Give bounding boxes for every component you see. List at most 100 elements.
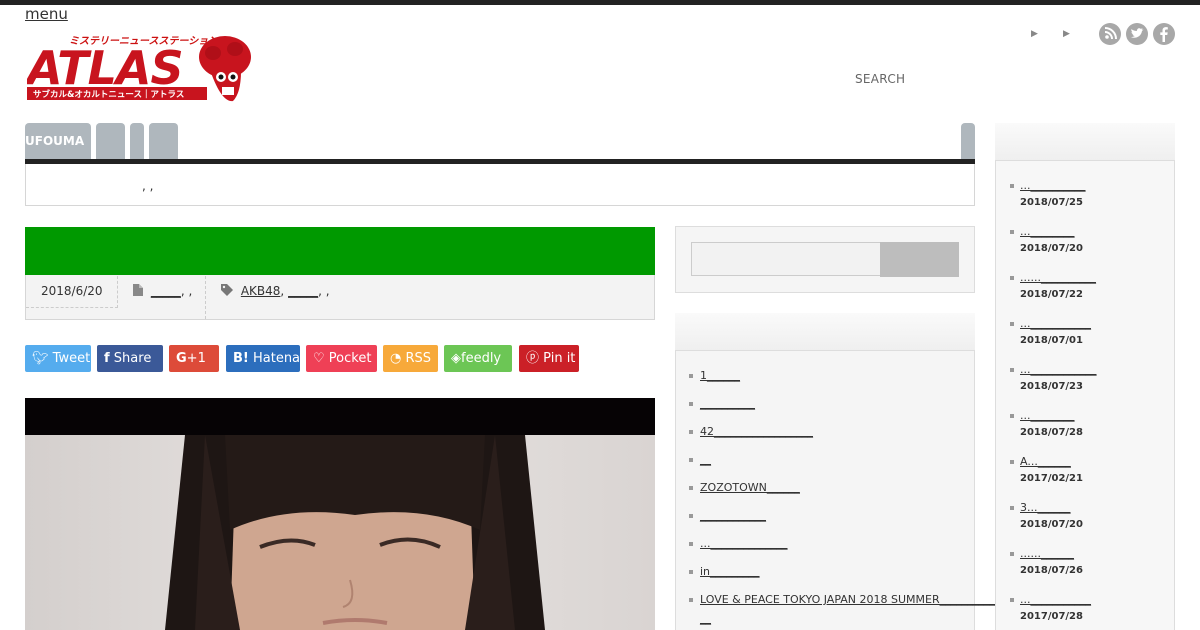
list-item[interactable]: ...______________ bbox=[700, 537, 788, 550]
share-label: +1 bbox=[186, 351, 206, 366]
arrow-right-icon[interactable]: ▶ bbox=[1063, 29, 1070, 39]
list-bullet bbox=[689, 570, 693, 574]
list-bullet bbox=[1010, 552, 1014, 556]
list-bullet bbox=[689, 458, 693, 462]
share-label: Pin it bbox=[543, 351, 576, 366]
nav-tab[interactable] bbox=[961, 123, 975, 160]
category-suffix: , , bbox=[180, 284, 193, 298]
share-label: Share bbox=[113, 351, 152, 366]
arrow-right-icon[interactable]: ▶ bbox=[1031, 29, 1038, 39]
search-input[interactable] bbox=[691, 242, 881, 276]
ranking-item-title[interactable]: ...___________ bbox=[1020, 593, 1091, 606]
share-label: Tweet bbox=[52, 351, 91, 366]
ranking-item-title[interactable]: ...____________ bbox=[1020, 363, 1097, 376]
list-item-continuation[interactable]: __ bbox=[700, 612, 711, 625]
logo-bottom-text: サブカル&オカルトニュース｜アトラス bbox=[33, 89, 184, 100]
article-meta bbox=[25, 275, 655, 320]
share-label: Pocket bbox=[328, 351, 372, 366]
hatena-button[interactable]: B! Hatena bbox=[226, 345, 300, 372]
ranking-item-date: 2018/07/28 bbox=[1020, 427, 1083, 438]
list-item[interactable]: ____________ bbox=[700, 509, 766, 522]
google-plus-icon: G bbox=[176, 351, 187, 366]
ranking-item-title[interactable]: ......______ bbox=[1020, 547, 1074, 560]
hatena-icon: B! bbox=[233, 351, 249, 366]
list-item[interactable]: 42__________________ bbox=[700, 425, 813, 438]
facebook-icon: f bbox=[104, 351, 110, 366]
ranking-item-title[interactable]: 3...______ bbox=[1020, 501, 1071, 514]
ranking-item-title[interactable]: ......__________ bbox=[1020, 271, 1096, 284]
list-bullet bbox=[689, 402, 693, 406]
pocket-icon: ♡ bbox=[313, 351, 325, 366]
ranking-item-date: 2018/07/25 bbox=[1020, 197, 1083, 208]
article-category: _____, , bbox=[133, 284, 192, 298]
twitter-icon: 🐦︎ bbox=[32, 351, 49, 366]
list-item[interactable]: ZOZOTOWN______ bbox=[700, 481, 800, 494]
logo-main-text: ATLAS bbox=[27, 41, 183, 95]
list-item[interactable]: LOVE & PEACE TOKYO JAPAN 2018 SUMMER____… bbox=[700, 593, 1022, 606]
share-label: RSS bbox=[405, 351, 432, 366]
file-icon bbox=[133, 284, 143, 296]
share-label: feedly bbox=[461, 351, 502, 366]
widget-header bbox=[675, 313, 975, 351]
ranking-item-title[interactable]: A...______ bbox=[1020, 455, 1071, 468]
nav-tab-ufouma[interactable]: UFOUMA bbox=[25, 123, 91, 160]
rss-icon: ◔ bbox=[390, 351, 402, 366]
list-item[interactable]: in_________ bbox=[700, 565, 760, 578]
feedly-button[interactable]: ◈feedly bbox=[444, 345, 512, 372]
nav-tab-label: UFOUMA bbox=[25, 134, 85, 148]
tag-suffix: , , bbox=[318, 284, 330, 298]
list-bullet bbox=[1010, 368, 1014, 372]
list-bullet bbox=[689, 514, 693, 518]
feedly-icon: ◈ bbox=[451, 351, 461, 366]
breadcrumb-text: , , bbox=[142, 179, 154, 193]
list-item[interactable]: __ bbox=[700, 453, 711, 466]
list-item[interactable]: __________ bbox=[700, 397, 755, 410]
google-plus-button[interactable]: G+1 bbox=[169, 345, 219, 372]
article-photo bbox=[25, 435, 655, 630]
site-logo[interactable]: ミステリーニュースステーション ATLAS サブカル&オカルトニュース｜アトラス bbox=[24, 33, 253, 103]
nav-tab[interactable] bbox=[149, 123, 178, 160]
ranking-item-title[interactable]: ...________ bbox=[1020, 409, 1075, 422]
category-link[interactable]: _____ bbox=[151, 284, 181, 298]
rss-button[interactable]: ◔ RSS bbox=[383, 345, 438, 372]
list-bullet bbox=[1010, 322, 1014, 326]
search-link[interactable]: SEARCH bbox=[855, 72, 905, 86]
article-video[interactable] bbox=[25, 398, 655, 630]
top-bar bbox=[0, 0, 1200, 5]
ranking-item-title[interactable]: ...__________ bbox=[1020, 179, 1086, 192]
facebook-icon[interactable] bbox=[1153, 23, 1175, 45]
ranking-item-date: 2017/02/21 bbox=[1020, 473, 1083, 484]
ranking-item-date: 2018/07/20 bbox=[1020, 243, 1083, 254]
ranking-item-date: 2018/07/23 bbox=[1020, 381, 1083, 392]
list-bullet bbox=[1010, 460, 1014, 464]
meta-divider bbox=[205, 276, 206, 319]
nav-tab[interactable] bbox=[130, 123, 144, 160]
tag-link[interactable]: AKB48 bbox=[241, 284, 281, 298]
pinterest-icon: ⓟ bbox=[526, 351, 540, 366]
twitter-icon[interactable] bbox=[1126, 23, 1148, 45]
list-item[interactable]: 1______ bbox=[700, 369, 740, 382]
search-button[interactable] bbox=[880, 242, 959, 277]
tag-icon bbox=[221, 284, 233, 296]
ranking-item-title[interactable]: ...___________ bbox=[1020, 317, 1091, 330]
nav-tab[interactable] bbox=[96, 123, 125, 160]
menu-link[interactable]: menu bbox=[25, 5, 68, 23]
tweet-button[interactable]: 🐦︎ Tweet bbox=[25, 345, 91, 372]
pinterest-button[interactable]: ⓟ Pin it bbox=[519, 345, 579, 372]
article-title-bar bbox=[25, 227, 655, 275]
breadcrumb bbox=[25, 164, 975, 206]
tag-link[interactable]: _____ bbox=[288, 284, 318, 298]
widget-header bbox=[995, 123, 1175, 161]
article-tags: AKB48, _____, , bbox=[221, 284, 330, 298]
article-date: 2018/6/20 bbox=[26, 276, 118, 308]
list-bullet bbox=[689, 486, 693, 490]
pocket-button[interactable]: ♡ Pocket bbox=[306, 345, 377, 372]
share-label: Hatena bbox=[252, 351, 301, 366]
rss-icon[interactable] bbox=[1099, 23, 1121, 45]
list-bullet bbox=[1010, 230, 1014, 234]
ranking-item-title[interactable]: ...________ bbox=[1020, 225, 1075, 238]
list-bullet bbox=[1010, 506, 1014, 510]
list-bullet bbox=[1010, 414, 1014, 418]
facebook-share-button[interactable]: f Share bbox=[97, 345, 163, 372]
list-bullet bbox=[689, 374, 693, 378]
